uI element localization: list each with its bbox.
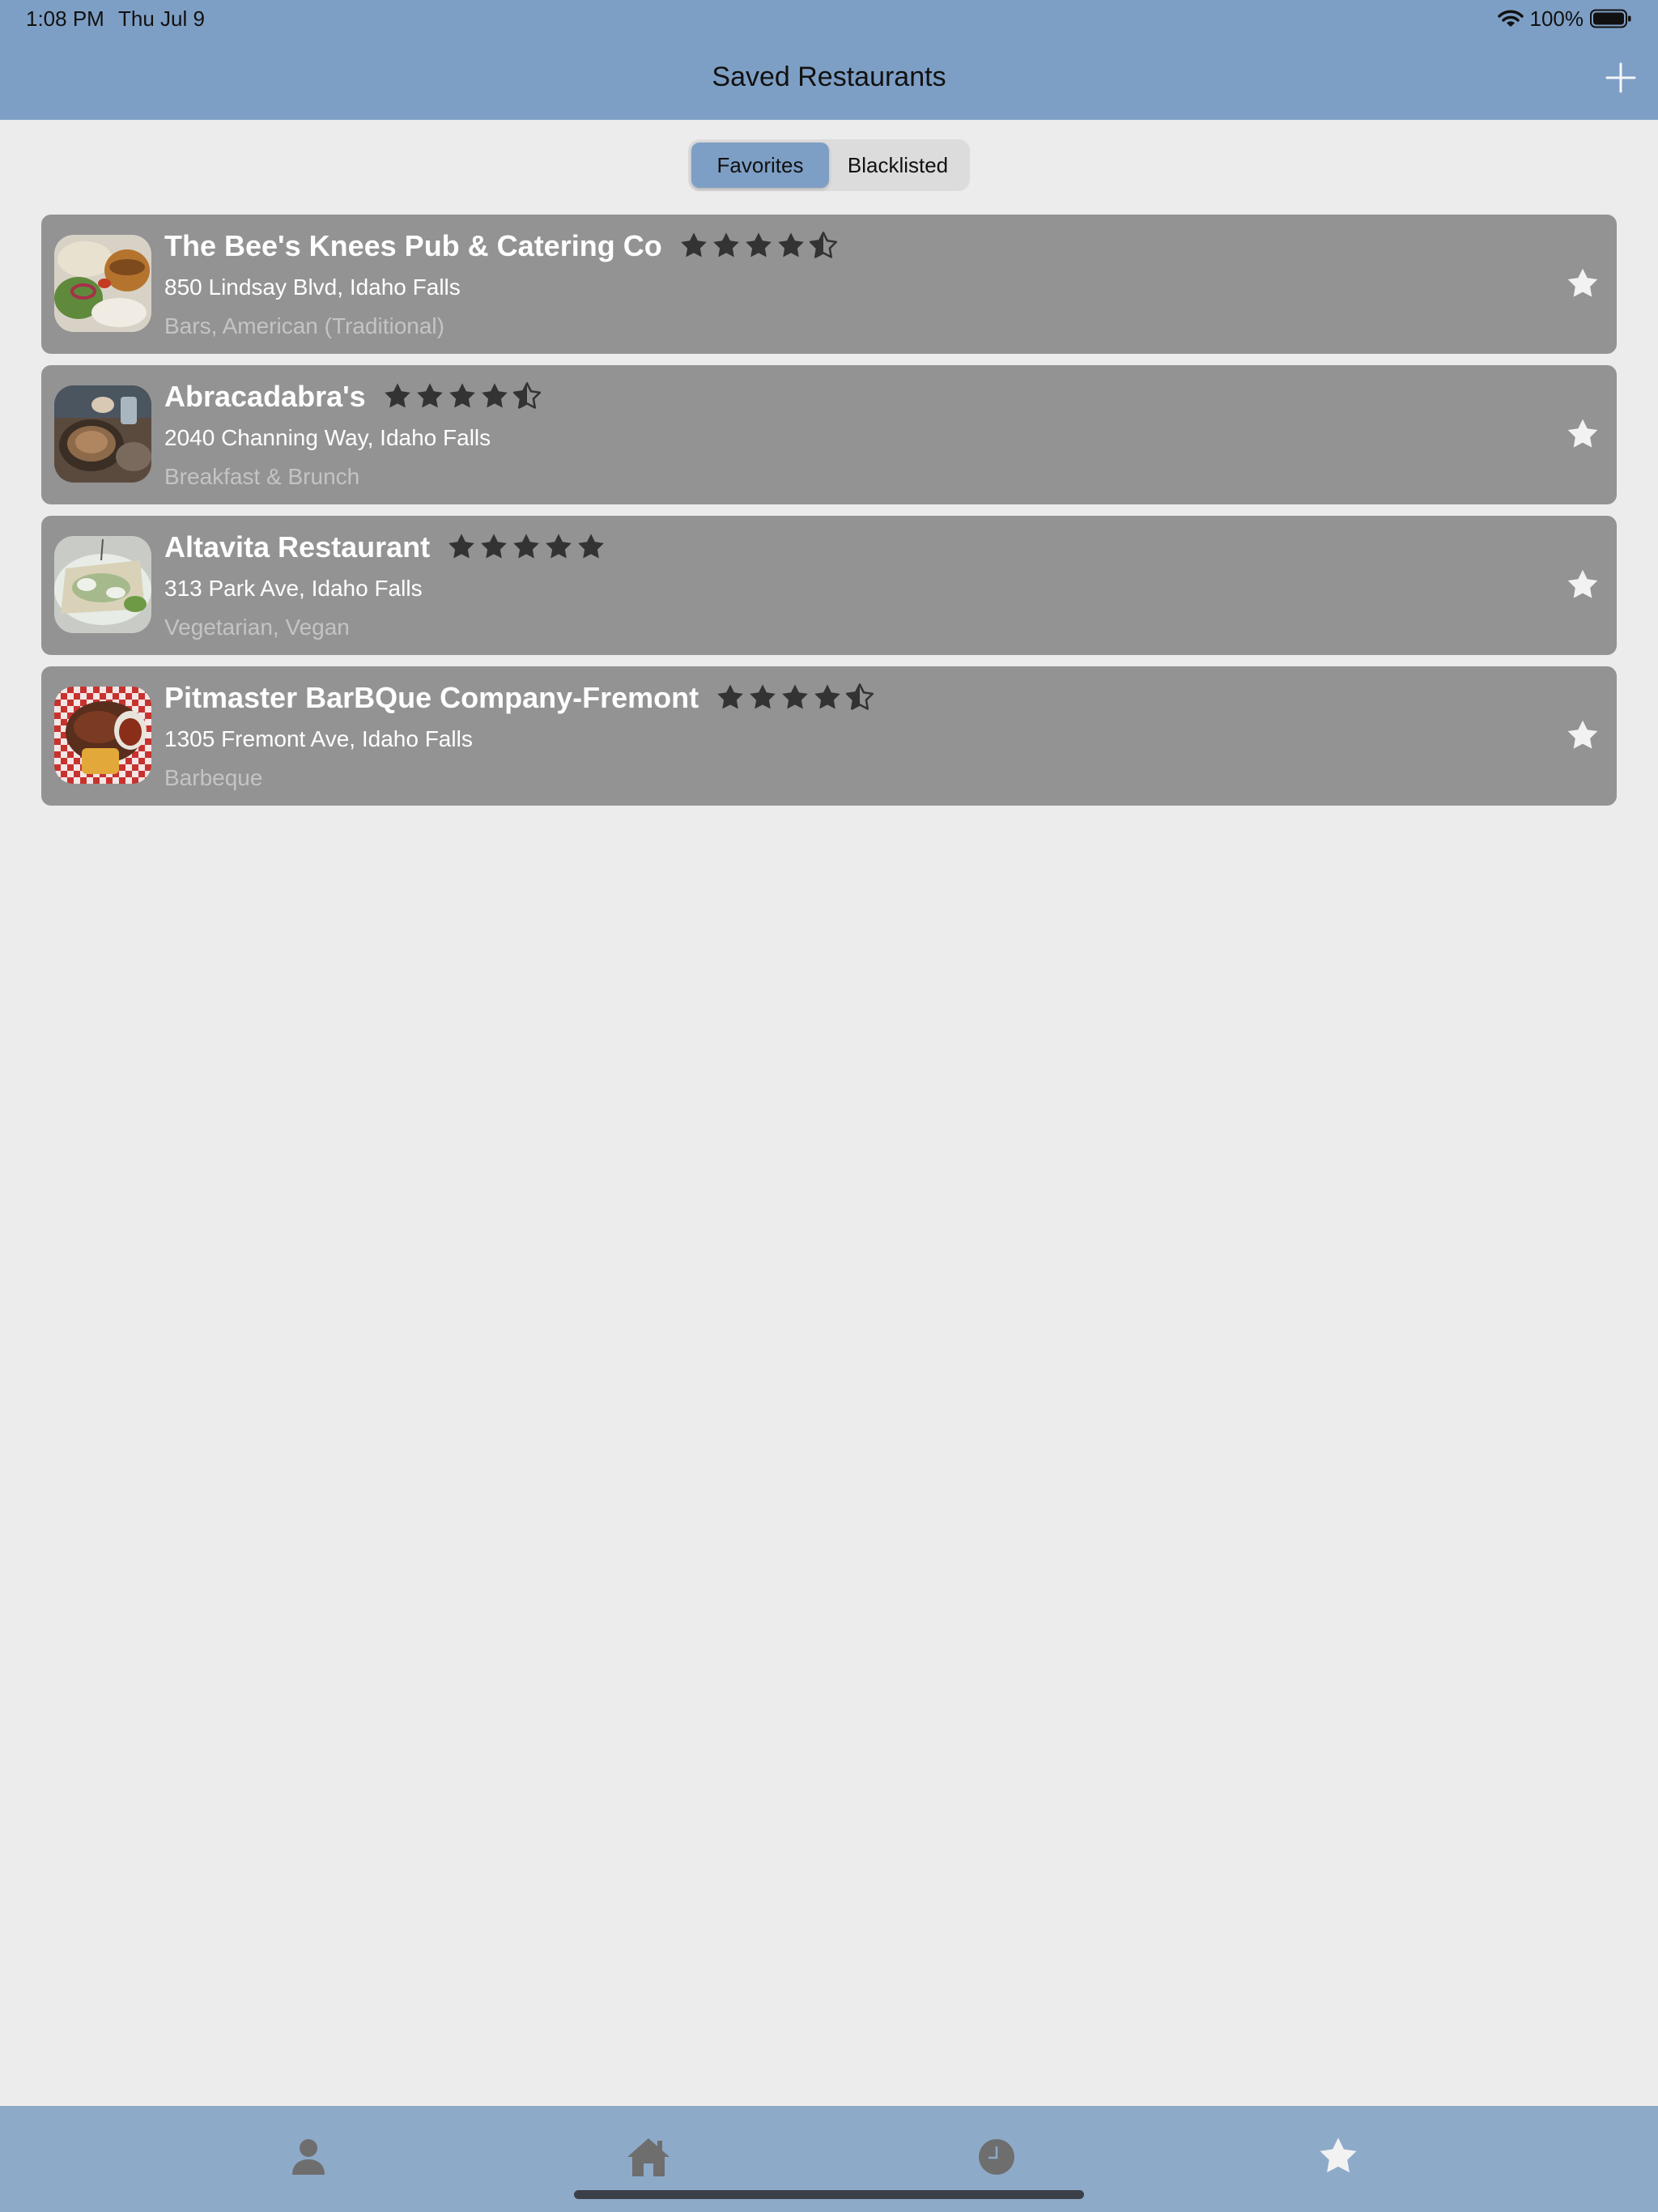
restaurant-photo (54, 385, 151, 483)
favorite-star-button[interactable] (1560, 563, 1605, 608)
restaurant-categories: Breakfast & Brunch (164, 464, 360, 489)
rating-stars (715, 683, 875, 713)
restaurant-address: 2040 Channing Way, Idaho Falls (164, 425, 491, 450)
tab-favorites[interactable] (1310, 2129, 1367, 2185)
home-icon (627, 2138, 670, 2176)
restaurant-name: Abracadabra's (164, 380, 366, 413)
rating-stars (678, 231, 839, 262)
clock-icon (979, 2139, 1014, 2175)
star-full-icon (717, 684, 743, 709)
favorites-blacklisted-segmented-control: Favorites Blacklisted (688, 139, 970, 191)
status-time: 1:08 PM (26, 6, 104, 31)
title-row: Pitmaster BarBQue Company-Fremont (164, 681, 875, 715)
restaurant-name: The Bee's Knees Pub & Catering Co (164, 229, 662, 262)
wifi-icon (1497, 9, 1524, 28)
navigation-header: 1:08 PM Thu Jul 9 100% Saved Restaurants (0, 0, 1658, 120)
favorite-star-button[interactable] (1560, 412, 1605, 457)
title-row: Altavita Restaurant (164, 530, 606, 564)
star-full-icon (546, 534, 572, 559)
status-indicators: 100% (1497, 6, 1633, 31)
restaurant-address: 313 Park Ave, Idaho Falls (164, 576, 423, 601)
add-button[interactable] (1600, 57, 1642, 99)
star-full-icon (750, 684, 776, 709)
plus-icon (1605, 62, 1636, 93)
star-half-icon (512, 382, 541, 409)
star-full-icon (416, 383, 443, 408)
restaurant-name: Altavita Restaurant (164, 530, 431, 564)
favorite-star-button[interactable] (1560, 713, 1605, 759)
star-icon (1567, 720, 1598, 749)
battery-percentage: 100% (1529, 6, 1584, 31)
restaurant-photo (54, 235, 151, 332)
star-full-icon (814, 684, 840, 709)
restaurant-card[interactable]: Pitmaster BarBQue Company-Fremont 1305 F… (41, 666, 1617, 806)
app-screen: 1:08 PM Thu Jul 9 100% Saved Restaurants (0, 0, 1658, 2212)
star-icon (1567, 268, 1598, 297)
title-row: Abracadabra's (164, 380, 542, 414)
star-full-icon (712, 232, 739, 257)
restaurant-address: 1305 Fremont Ave, Idaho Falls (164, 726, 473, 751)
restaurant-card[interactable]: The Bee's Knees Pub & Catering Co 850 Li… (41, 215, 1617, 354)
rating-stars (382, 381, 542, 412)
star-full-icon (578, 534, 604, 559)
segment-favorites[interactable]: Favorites (691, 143, 829, 188)
star-icon (1567, 569, 1598, 598)
restaurant-card[interactable]: Abracadabra's 2040 Channing Way, Idaho F… (41, 365, 1617, 504)
star-half-icon (809, 232, 837, 258)
star-half-icon (846, 683, 874, 710)
tab-history[interactable] (968, 2129, 1025, 2185)
star-full-icon (782, 684, 808, 709)
star-full-icon (449, 383, 475, 408)
restaurant-photo (54, 536, 151, 633)
status-date: Thu Jul 9 (118, 6, 205, 31)
battery-icon (1590, 9, 1632, 28)
restaurant-categories: Bars, American (Traditional) (164, 313, 444, 338)
home-indicator (574, 2190, 1084, 2199)
star-full-icon (384, 383, 410, 408)
restaurant-list: The Bee's Knees Pub & Catering Co 850 Li… (41, 215, 1617, 817)
tab-home[interactable] (620, 2129, 677, 2185)
restaurant-card[interactable]: Altavita Restaurant 313 Park Ave, Idaho … (41, 516, 1617, 655)
star-full-icon (680, 232, 707, 257)
star-full-icon (513, 534, 539, 559)
restaurant-address: 850 Lindsay Blvd, Idaho Falls (164, 274, 461, 300)
star-full-icon (481, 534, 507, 559)
restaurant-name: Pitmaster BarBQue Company-Fremont (164, 681, 699, 714)
star-icon (1320, 2138, 1357, 2173)
star-icon (1567, 419, 1598, 448)
restaurant-categories: Barbeque (164, 765, 263, 790)
restaurant-categories: Vegetarian, Vegan (164, 615, 350, 640)
favorite-star-button[interactable] (1560, 262, 1605, 307)
star-full-icon (777, 232, 804, 257)
person-icon (292, 2139, 325, 2175)
segment-blacklisted[interactable]: Blacklisted (829, 143, 967, 188)
title-row: The Bee's Knees Pub & Catering Co (164, 229, 839, 263)
star-full-icon (449, 534, 474, 559)
star-full-icon (745, 232, 772, 257)
star-full-icon (481, 383, 508, 408)
tab-profile[interactable] (280, 2129, 337, 2185)
rating-stars (446, 532, 606, 563)
restaurant-photo (54, 687, 151, 784)
page-title: Saved Restaurants (712, 62, 946, 92)
